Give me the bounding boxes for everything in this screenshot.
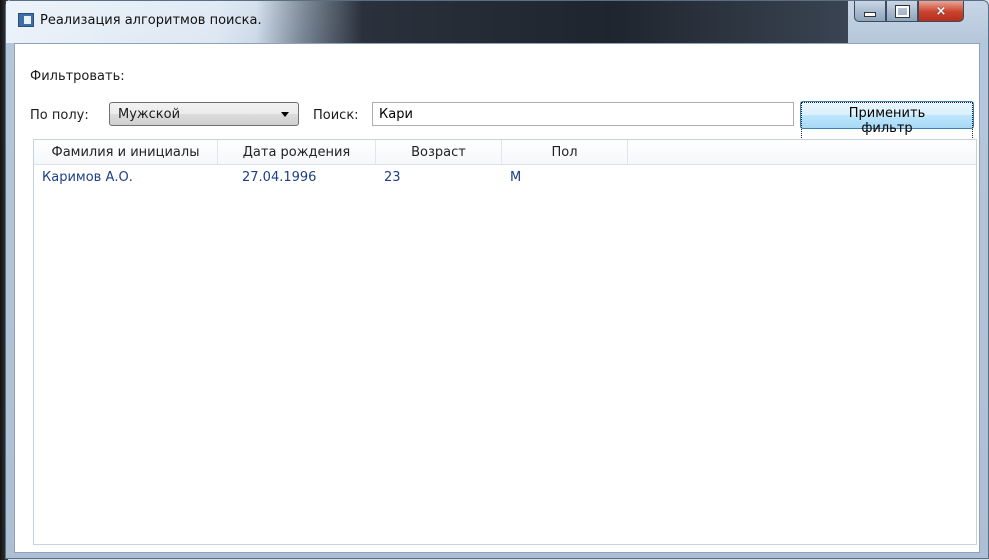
- minimize-icon: [864, 11, 876, 17]
- table-row[interactable]: Каримов А.О. 27.04.1996 23 М: [34, 165, 976, 189]
- app-window: Реализация алгоритмов поиска. × Фильтров…: [5, 0, 989, 559]
- app-icon: [18, 13, 34, 27]
- gender-label: По полу:: [30, 108, 89, 123]
- filter-heading: Фильтровать:: [30, 69, 125, 84]
- window-title: Реализация алгоритмов поиска.: [40, 13, 262, 28]
- chevron-down-icon: [281, 111, 289, 117]
- client-area: Фильтровать: По полу: Мужской Поиск: При…: [14, 43, 980, 553]
- apply-filter-button[interactable]: Применить фильтр: [800, 101, 974, 140]
- minimize-button[interactable]: [854, 1, 886, 22]
- apply-filter-label: Применить фильтр: [801, 102, 973, 140]
- column-header-name[interactable]: Фамилия и инициалы: [34, 140, 218, 164]
- results-table[interactable]: Фамилия и инициалы Дата рождения Возраст…: [33, 139, 977, 545]
- column-header-gender[interactable]: Пол: [502, 140, 628, 164]
- column-header-birthdate[interactable]: Дата рождения: [218, 140, 376, 164]
- cell-name: Каримов А.О.: [42, 169, 133, 185]
- cell-gender: М: [510, 169, 522, 185]
- table-header: Фамилия и инициалы Дата рождения Возраст…: [34, 140, 976, 165]
- title-bar[interactable]: Реализация алгоритмов поиска. ×: [6, 1, 988, 43]
- title-dark-band: [256, 1, 848, 43]
- gender-dropdown[interactable]: Мужской: [109, 102, 299, 126]
- cell-age: 23: [384, 169, 401, 185]
- cell-birthdate: 27.04.1996: [242, 169, 317, 185]
- close-button[interactable]: ×: [918, 1, 964, 22]
- gender-selected-value: Мужской: [118, 106, 181, 122]
- column-header-age[interactable]: Возраст: [376, 140, 502, 164]
- search-input[interactable]: [372, 102, 794, 126]
- maximize-button[interactable]: [886, 1, 918, 22]
- window-controls: ×: [854, 1, 982, 23]
- maximize-icon: [894, 4, 910, 18]
- close-icon: ×: [935, 3, 947, 19]
- search-label: Поиск:: [313, 108, 359, 123]
